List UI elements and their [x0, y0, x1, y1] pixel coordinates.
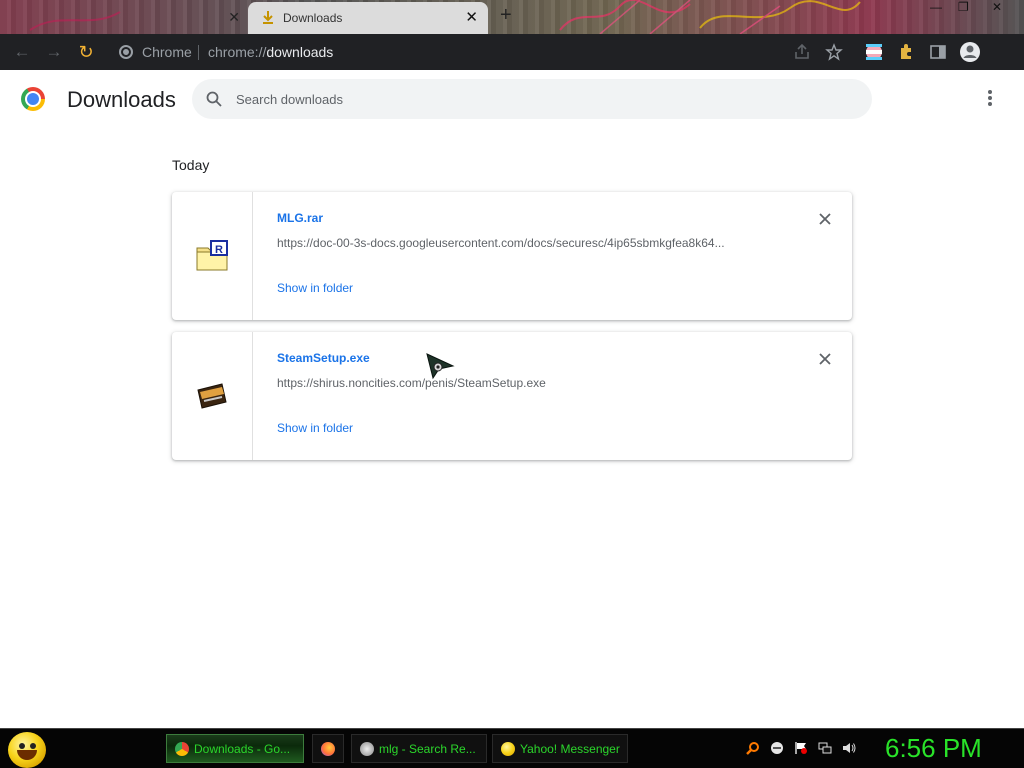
downloads-page: Downloads Today R MLG.rar https://doc-00…: [0, 70, 1024, 728]
download-source-url[interactable]: https://shirus.noncities.com/penis/Steam…: [277, 376, 546, 390]
search-box[interactable]: [192, 79, 872, 119]
window-close-icon[interactable]: ✕: [992, 0, 1002, 14]
minimize-icon[interactable]: —: [930, 0, 942, 14]
exe-installer-icon: [197, 383, 227, 409]
tray-volume-icon[interactable]: [842, 741, 856, 755]
chrome-logo-icon: [21, 87, 45, 111]
rar-archive-icon: R: [196, 240, 228, 271]
address-bar[interactable]: Chrome chrome://downloads: [110, 38, 856, 66]
chrome-page-icon: [119, 45, 133, 59]
download-icon-column: [172, 332, 253, 460]
download-file-name[interactable]: MLG.rar: [277, 211, 323, 225]
start-smiley-icon[interactable]: [8, 732, 46, 768]
firefox-icon: [321, 742, 335, 756]
svg-text:R: R: [215, 244, 223, 256]
download-item: R MLG.rar https://doc-00-3s-docs.googleu…: [172, 192, 852, 320]
page-title: Downloads: [67, 87, 176, 112]
tab-strip: ✕ Downloads ✕ + — ❐ ✕: [0, 0, 1024, 34]
taskbar-clock[interactable]: 6:56 PM: [885, 733, 982, 764]
omnibox-chrome-label: Chrome: [142, 44, 192, 60]
omnibox-separator: [198, 45, 199, 60]
share-icon[interactable]: [793, 43, 811, 61]
show-in-folder-link[interactable]: Show in folder: [277, 281, 353, 295]
search-input[interactable]: [236, 89, 836, 109]
mouse-cursor-icon: [426, 353, 455, 380]
tab-inactive[interactable]: ✕: [0, 6, 248, 34]
tray-status-icon[interactable]: [770, 741, 784, 755]
restore-icon[interactable]: ❐: [958, 0, 969, 14]
forward-arrow-icon[interactable]: →: [44, 42, 64, 62]
reload-icon[interactable]: ↻: [76, 42, 96, 62]
remove-close-icon[interactable]: [817, 351, 833, 367]
download-source-url[interactable]: https://doc-00-3s-docs.googleusercontent…: [277, 236, 725, 250]
url-text[interactable]: chrome://downloads: [208, 44, 333, 60]
download-icon: [263, 11, 273, 24]
taskbar-item-yahoo-messenger[interactable]: Yahoo! Messenger: [492, 734, 628, 763]
bookmark-star-icon[interactable]: [825, 43, 843, 61]
download-file-name[interactable]: SteamSetup.exe: [277, 351, 370, 365]
taskbar: Downloads - Go... mlg - Search Re... Yah…: [0, 728, 1024, 768]
new-tab-icon[interactable]: +: [500, 4, 512, 27]
tray-network-icon[interactable]: [818, 741, 832, 755]
close-icon[interactable]: ✕: [228, 9, 240, 26]
search-app-icon: [360, 742, 374, 756]
back-arrow-icon[interactable]: ←: [12, 42, 32, 62]
date-section-label: Today: [172, 157, 210, 173]
yahoo-smiley-icon: [501, 742, 515, 756]
tray-search-icon[interactable]: [746, 741, 760, 755]
tab-title: Downloads: [283, 11, 343, 25]
taskbar-item-downloads[interactable]: Downloads - Go...: [166, 734, 304, 763]
close-tab-icon[interactable]: ✕: [465, 8, 478, 26]
browser-toolbar: ← → ↻ Chrome chrome://downloads: [0, 34, 1024, 70]
more-options-icon[interactable]: [980, 88, 1000, 110]
download-icon-column: R: [172, 192, 253, 320]
side-panel-icon[interactable]: [929, 43, 947, 61]
profile-avatar-icon[interactable]: [959, 41, 981, 63]
tray-flag-icon[interactable]: [794, 741, 808, 755]
taskbar-item-firefox[interactable]: [312, 734, 344, 763]
extension-flag-icon[interactable]: [865, 43, 883, 61]
extensions-puzzle-icon[interactable]: [897, 43, 915, 61]
remove-close-icon[interactable]: [817, 211, 833, 227]
show-in-folder-link[interactable]: Show in folder: [277, 421, 353, 435]
download-item: SteamSetup.exe https://shirus.noncities.…: [172, 332, 852, 460]
tab-downloads[interactable]: Downloads ✕: [248, 2, 488, 34]
chrome-icon: [175, 742, 189, 756]
taskbar-item-search[interactable]: mlg - Search Re...: [351, 734, 487, 763]
search-icon[interactable]: [206, 91, 222, 107]
